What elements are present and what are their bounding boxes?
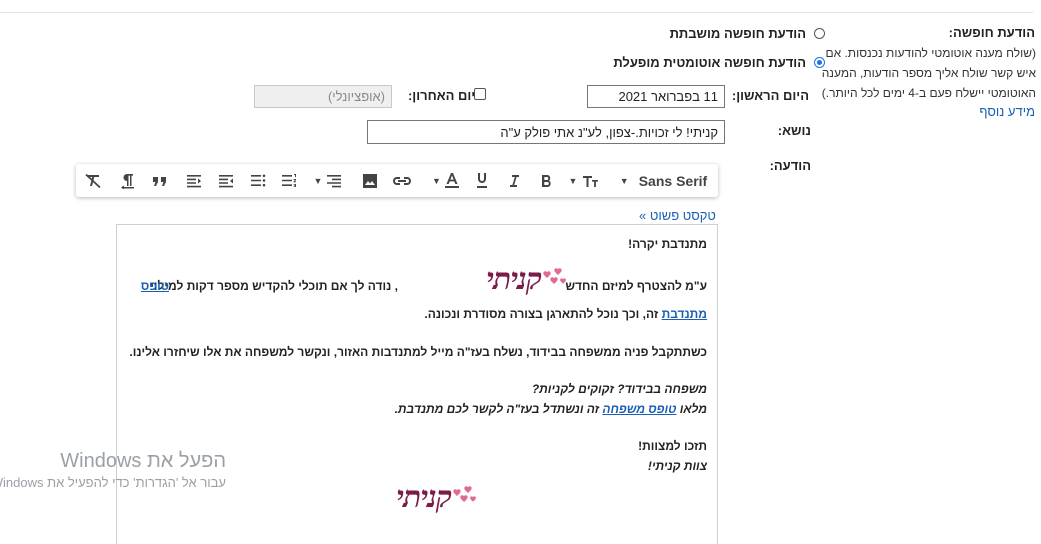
- vacation-off-label: הודעת חופשה מושבתת: [669, 26, 806, 41]
- vacation-label: הודעת חופשה:: [948, 25, 1035, 40]
- last-day-input[interactable]: (אופציונלי): [254, 85, 392, 108]
- bulleted-list-icon: [250, 173, 266, 188]
- last-day-label: היום האחרון:: [407, 88, 484, 103]
- greeting-text: מתנדבת יקרה!: [628, 237, 707, 251]
- remove-formatting-icon: [84, 173, 102, 189]
- font-family-select[interactable]: ▼ Sans Serif: [616, 164, 711, 197]
- image-button[interactable]: [358, 164, 382, 197]
- font-family-label: Sans Serif: [638, 172, 708, 189]
- rtl-icon: [119, 173, 137, 189]
- team-signature: צוות קניתי!: [647, 459, 707, 473]
- learn-more-link[interactable]: מידע נוסף: [979, 104, 1035, 119]
- family-form-line: מלאו טופס משפחה זה ונשתדל בעז"ה לקשר לכם…: [395, 402, 707, 416]
- vacation-off-option[interactable]: הודעת חופשה מושבתת: [670, 26, 825, 41]
- underline-icon: [475, 172, 489, 189]
- hearts-icon: [541, 267, 567, 294]
- first-day-label: היום הראשון:: [731, 88, 809, 103]
- align-button[interactable]: ▼: [308, 164, 348, 197]
- quote-button[interactable]: [148, 164, 172, 197]
- body-line-1-start: ע"מ להצטרף למיזם החדש: [565, 279, 707, 293]
- last-day-checkbox[interactable]: [474, 88, 486, 100]
- italic-button[interactable]: [502, 164, 526, 197]
- family-form-link[interactable]: טופס משפחה: [602, 402, 676, 416]
- vacation-help-text: (שולח מענה אוטומטי להודעות נכנסות. אם אי…: [821, 46, 1036, 100]
- vacation-off-radio[interactable]: [814, 28, 825, 39]
- quote-icon: [152, 175, 168, 187]
- chevron-down-icon: ▼: [619, 175, 629, 186]
- family-question: משפחה בבידוד? זקוקים לקניות?: [531, 382, 707, 396]
- bold-button[interactable]: [534, 164, 558, 197]
- body-line-2-rest: זה, וכך נוכל להתארגן בצורה מסודרת ונכונה…: [424, 307, 659, 321]
- kaniti-logo-signature: קניתי: [396, 483, 477, 513]
- italic-icon: [507, 173, 521, 189]
- body-paragraph-2: כשתתקבל פניה ממשפחה בבידוד, נשלח בעז"ה מ…: [129, 345, 707, 359]
- volunteer-form-link-part2: מתנדבת זה, וכך נוכל להתארגן בצורה מסודרת…: [424, 307, 707, 321]
- top-divider: [0, 12, 1033, 13]
- fill-start-text: מלאו: [679, 402, 707, 416]
- vacation-on-radio[interactable]: [814, 57, 825, 68]
- fill-end-text: זה ונשתדל בעז"ה לקשר לכם מתנדבת.: [394, 402, 600, 416]
- bulleted-list-button[interactable]: [246, 164, 270, 197]
- kaniti-logo-text: קניתי: [486, 262, 542, 297]
- chevron-down-icon: ▼: [568, 175, 578, 186]
- link-icon: [392, 175, 412, 187]
- numbered-list-button[interactable]: [277, 164, 301, 197]
- volunteer-form-link[interactable]: מתנדבת: [662, 307, 707, 321]
- vacation-on-option[interactable]: הודעת חופשה אוטומטית מופעלת: [613, 55, 825, 70]
- font-size-icon: [581, 173, 599, 189]
- plain-text-link[interactable]: « טקסט פשוט: [639, 208, 716, 223]
- bold-icon: [539, 173, 553, 189]
- subject-input[interactable]: קניתי! לי זכויות.-צפון, לע"נ אתי פולק ע"…: [367, 120, 725, 144]
- indent-more-button[interactable]: [182, 164, 206, 197]
- underline-button[interactable]: [470, 164, 494, 197]
- indent-less-button[interactable]: [214, 164, 238, 197]
- indent-more-icon: [186, 174, 202, 188]
- volunteer-form-link-part1[interactable]: טופס: [141, 279, 169, 293]
- kaniti-logo-inline: קניתי: [486, 265, 567, 295]
- first-day-input[interactable]: 11 בפברואר 2021: [587, 85, 725, 108]
- body-line-1-end: , נודה לך אם תוכלי להקדיש מספר דקות למיל…: [150, 279, 398, 293]
- vacation-on-label: הודעת חופשה אוטומטית מופעלת: [613, 55, 806, 70]
- message-editor[interactable]: מתנדבת יקרה! ע"מ להצטרף למיזם החדש קניתי…: [116, 224, 718, 544]
- align-icon: [326, 174, 342, 188]
- kaniti-logo-text: קניתי: [396, 480, 452, 515]
- message-label: הודעה:: [769, 158, 811, 173]
- rtl-button[interactable]: [116, 164, 140, 197]
- indent-less-icon: [218, 174, 234, 188]
- text-color-button[interactable]: ▼: [426, 164, 466, 197]
- formatting-toolbar: ▼ Sans Serif ▼ ▼ ▼: [76, 164, 718, 197]
- numbered-list-icon: [281, 173, 297, 188]
- image-icon: [362, 173, 378, 189]
- hearts-icon: [451, 485, 477, 512]
- font-size-button[interactable]: ▼: [562, 164, 606, 197]
- remove-formatting-button[interactable]: [80, 164, 106, 197]
- chevron-down-icon: ▼: [313, 175, 323, 186]
- subject-label: נושא:: [777, 123, 811, 138]
- text-color-icon: [444, 172, 460, 189]
- link-button[interactable]: [389, 164, 415, 197]
- thanks-text: תזכו למצוות!: [638, 439, 707, 453]
- chevron-down-icon: ▼: [432, 175, 441, 186]
